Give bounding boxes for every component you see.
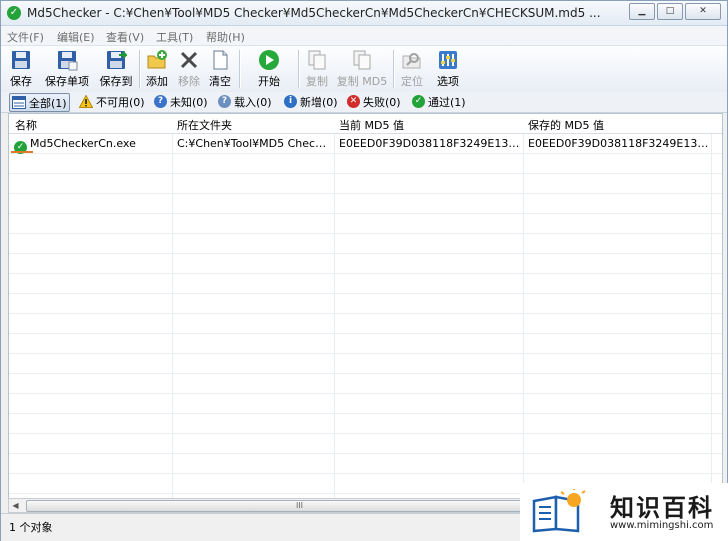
minimize-icon[interactable]: ▁ bbox=[629, 3, 655, 20]
filter-loaded[interactable]: ? 载入(0) bbox=[216, 93, 274, 110]
filter-failed[interactable]: ✕ 失败(0) bbox=[345, 93, 403, 110]
check-circle-icon: ✓ bbox=[412, 95, 425, 108]
locate-button[interactable]: 定位 bbox=[398, 48, 426, 90]
add-folder-icon bbox=[147, 50, 167, 69]
remove-x-icon bbox=[180, 51, 198, 69]
options-sliders-icon bbox=[439, 51, 457, 69]
add-button[interactable]: 添加 bbox=[143, 48, 171, 90]
filter-unavailable[interactable]: 不可用(0) bbox=[77, 93, 147, 110]
copy-md5-icon bbox=[353, 50, 371, 70]
watermark-title: 知识百科 bbox=[610, 494, 714, 522]
table-row-empty bbox=[9, 314, 722, 334]
remove-button[interactable]: 移除 bbox=[175, 48, 203, 90]
filter-passed[interactable]: ✓ 通过(1) bbox=[410, 93, 468, 110]
table-row-empty bbox=[9, 414, 722, 434]
save-icon bbox=[12, 51, 30, 69]
warning-icon bbox=[79, 95, 93, 108]
cell-saved-md5: E0EED0F39D038118F3249E13E5... bbox=[528, 137, 710, 150]
table-row-empty bbox=[9, 234, 722, 254]
toolbar-separator bbox=[239, 50, 241, 88]
start-button[interactable]: 开始 bbox=[250, 48, 288, 90]
save-button[interactable]: 保存 bbox=[5, 48, 37, 90]
copy-md5-button[interactable]: 复制 MD5 bbox=[335, 48, 389, 90]
table-row-empty bbox=[9, 274, 722, 294]
focus-underline bbox=[11, 151, 33, 153]
copy-icon bbox=[308, 50, 326, 70]
toolbar-separator bbox=[139, 50, 141, 88]
save-to-icon bbox=[107, 51, 127, 69]
filter-unknown[interactable]: ? 未知(0) bbox=[152, 93, 210, 110]
status-text: 1 个对象 bbox=[9, 521, 53, 534]
table-row-empty bbox=[9, 434, 722, 454]
toolbar: 保存 保存单项 保存到 添加 移除 清空 开始 复制 复制 MD5 定位 选项 bbox=[1, 45, 727, 93]
clear-button[interactable]: 清空 bbox=[206, 48, 234, 90]
table-row-empty bbox=[9, 214, 722, 234]
table-row-empty bbox=[9, 294, 722, 314]
menu-tools[interactable]: 工具(T) bbox=[156, 29, 193, 45]
save-to-button[interactable]: 保存到 bbox=[96, 48, 136, 90]
table-row-empty bbox=[9, 374, 722, 394]
toolbar-separator bbox=[298, 50, 300, 88]
watermark: 知识百科 www.mimingshi.com bbox=[520, 483, 728, 541]
close-icon[interactable]: ✕ bbox=[685, 3, 721, 20]
table-row-empty bbox=[9, 154, 722, 174]
table-row-empty bbox=[9, 334, 722, 354]
menu-view[interactable]: 查看(V) bbox=[106, 29, 144, 45]
column-header-folder[interactable]: 所在文件夹 bbox=[177, 117, 232, 133]
loaded-question-icon: ? bbox=[218, 95, 231, 108]
cell-name: ✓ Md5CheckerCn.exe bbox=[14, 137, 170, 154]
copy-button[interactable]: 复制 bbox=[303, 48, 331, 90]
clear-page-icon bbox=[213, 50, 228, 70]
locate-folder-icon bbox=[402, 53, 421, 69]
table-row-empty bbox=[9, 454, 722, 474]
menu-bar: 文件(F) 编辑(E) 查看(V) 工具(T) 帮助(H) bbox=[1, 26, 727, 45]
book-lightbulb-logo bbox=[532, 489, 586, 533]
table-row-empty bbox=[9, 354, 722, 374]
toolbar-separator bbox=[393, 50, 395, 88]
window-title: Md5Checker - C:¥Chen¥Tool¥MD5 Checker¥Md… bbox=[27, 6, 601, 20]
app-check-icon: ✓ bbox=[7, 6, 21, 20]
column-header-name[interactable]: 名称 bbox=[15, 117, 37, 133]
options-button[interactable]: 选项 bbox=[434, 48, 462, 90]
column-header-saved-md5[interactable]: 保存的 MD5 值 bbox=[528, 117, 604, 133]
play-icon bbox=[259, 50, 279, 70]
unknown-question-icon: ? bbox=[154, 95, 167, 108]
menu-file[interactable]: 文件(F) bbox=[7, 29, 44, 45]
cell-folder: C:¥Chen¥Tool¥MD5 Check... bbox=[177, 137, 331, 150]
filter-bar: 全部(1) 不可用(0) ? 未知(0) ? 载入(0) i 新增(0) ✕ 失… bbox=[1, 92, 727, 113]
maximize-icon[interactable]: □ bbox=[657, 3, 683, 20]
list-icon bbox=[12, 96, 26, 109]
table-row-empty bbox=[9, 254, 722, 274]
table-header: 名称 所在文件夹 当前 MD5 值 保存的 MD5 值 bbox=[9, 114, 722, 134]
title-bar: ✓ Md5Checker - C:¥Chen¥Tool¥MD5 Checker¥… bbox=[1, 1, 727, 26]
menu-edit[interactable]: 编辑(E) bbox=[57, 29, 95, 45]
save-single-button[interactable]: 保存单项 bbox=[42, 48, 92, 90]
watermark-url: www.mimingshi.com bbox=[610, 520, 714, 531]
error-x-icon: ✕ bbox=[347, 95, 360, 108]
filter-all[interactable]: 全部(1) bbox=[9, 93, 70, 112]
save-single-icon bbox=[58, 51, 78, 71]
column-header-current-md5[interactable]: 当前 MD5 值 bbox=[339, 117, 404, 133]
scroll-left-arrow-icon[interactable]: ◀ bbox=[9, 499, 22, 512]
app-window: ✓ Md5Checker - C:¥Chen¥Tool¥MD5 Checker¥… bbox=[0, 0, 728, 541]
table-row[interactable]: ✓ Md5CheckerCn.exe C:¥Chen¥Tool¥MD5 Check… bbox=[9, 134, 722, 154]
window-controls: ▁ □ ✕ bbox=[629, 3, 721, 20]
info-icon: i bbox=[284, 95, 297, 108]
table-row-empty bbox=[9, 194, 722, 214]
file-list-table: 名称 所在文件夹 当前 MD5 值 保存的 MD5 值 ✓ Md5CheckerC… bbox=[8, 113, 723, 500]
cell-current-md5: E0EED0F39D038118F3249E13E5... bbox=[339, 137, 521, 150]
table-row-empty bbox=[9, 174, 722, 194]
menu-help[interactable]: 帮助(H) bbox=[206, 29, 245, 45]
scrollbar-thumb[interactable]: III bbox=[26, 500, 573, 512]
filter-new[interactable]: i 新增(0) bbox=[282, 93, 340, 110]
table-row-empty bbox=[9, 394, 722, 414]
